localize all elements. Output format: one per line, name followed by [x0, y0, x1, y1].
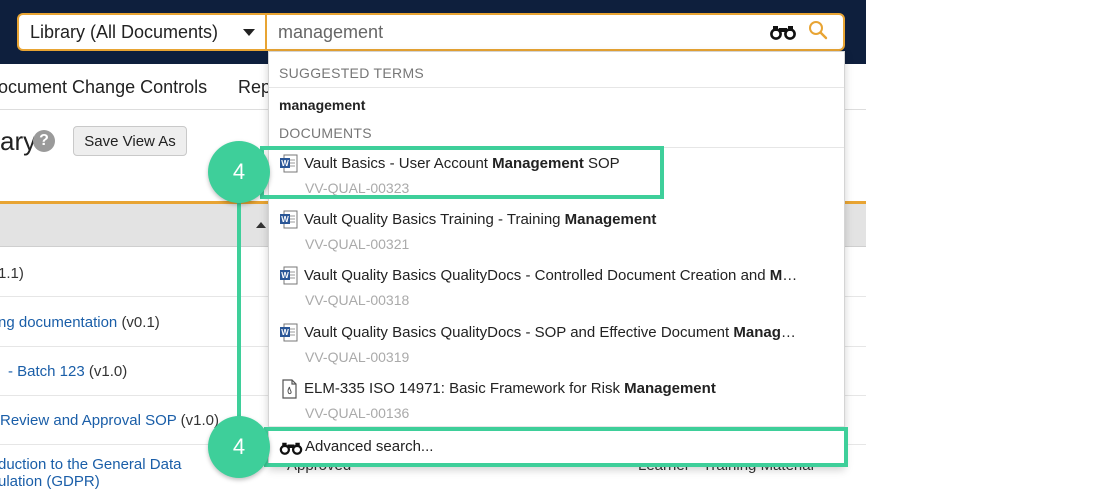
vault-library-screen: Library (All Documents) management ocume… [0, 0, 1100, 504]
doc-title-text: Vault Quality Basics QualityDocs - SOP a… [304, 324, 734, 341]
doc-title-text: ELM-335 ISO 14971: Basic Framework for R… [304, 380, 625, 397]
doc-title-text: Vault Quality Basics Training - Training [304, 211, 565, 228]
suggested-term[interactable]: management [279, 97, 365, 113]
doc-title-match: Management [769, 267, 804, 284]
callout-badge: 4 [208, 416, 270, 478]
doc-number: VV-QUAL-00319 [305, 349, 410, 365]
documents-header: DOCUMENTS [279, 125, 372, 141]
save-view-as-button[interactable]: Save View As [73, 126, 187, 156]
search-scope-select[interactable]: Library (All Documents) [17, 13, 267, 51]
row-content: ng documentation (v0.1) [0, 314, 160, 331]
search-icon[interactable] [808, 20, 828, 40]
doc-suggestion-title: Vault Quality Basics Training - Training… [304, 211, 804, 228]
svg-text:W: W [281, 328, 289, 337]
page-title: ary [0, 126, 37, 156]
doc-suggestion-item[interactable]: ELM-335 ISO 14971: Basic Framework for R… [269, 373, 844, 429]
doc-link-line2[interactable]: ulation (GDPR) [0, 473, 100, 490]
doc-link[interactable]: Review and Approval SOP [0, 412, 177, 429]
doc-suggestion-item[interactable]: W Vault Quality Basics QualityDocs - SOP… [269, 317, 844, 373]
tab-reports[interactable]: Rep [238, 77, 271, 98]
doc-suggestion-title: Vault Quality Basics QualityDocs - Contr… [304, 267, 804, 284]
word-doc-icon: W [280, 210, 298, 229]
doc-link[interactable]: ng documentation [0, 314, 117, 331]
doc-version: (v0.1) [121, 314, 160, 331]
tab-document-change-controls[interactable]: ocument Change Controls [0, 77, 207, 98]
search-suggestions-dropdown: SUGGESTED TERMS management DOCUMENTS W V… [268, 51, 845, 467]
word-doc-icon: W [280, 266, 298, 285]
doc-number: VV-QUAL-00321 [305, 236, 410, 252]
doc-number: VV-QUAL-00136 [305, 405, 410, 421]
sort-ascending-icon[interactable] [256, 222, 266, 228]
search-scope-value: Library (All Documents) [30, 21, 219, 42]
suggested-terms-header: SUGGESTED TERMS [279, 65, 425, 81]
word-doc-icon: W [280, 323, 298, 342]
doc-version: 1.1) [0, 265, 24, 282]
row-content: Review and Approval SOP (v1.0) [0, 412, 219, 429]
callout-connector [237, 200, 241, 446]
callout-highlight-advanced-search [264, 427, 848, 467]
doc-title-text: Vault Quality Basics QualityDocs - Contr… [304, 267, 770, 284]
doc-version: (v1.0) [180, 412, 220, 429]
doc-version: (v1.0) [88, 363, 128, 380]
file-doc-icon [282, 379, 297, 399]
svg-text:W: W [281, 271, 289, 280]
doc-suggestion-title: Vault Quality Basics QualityDocs - SOP a… [304, 324, 804, 341]
binoculars-icon[interactable] [770, 24, 796, 40]
help-icon[interactable]: ? [33, 130, 55, 152]
row-content: - Batch 123 (v1.0) [8, 363, 127, 380]
svg-text:W: W [281, 215, 289, 224]
search-input-value: management [278, 21, 384, 42]
caret-down-icon [243, 29, 255, 36]
search-input[interactable]: management [265, 13, 845, 51]
doc-title-match: Management [624, 380, 716, 397]
doc-title-match: Management [564, 211, 657, 228]
divider [269, 87, 844, 88]
doc-title-match: Management [733, 324, 804, 341]
doc-link[interactable]: - Batch 123 [8, 363, 85, 380]
doc-suggestion-item[interactable]: W Vault Quality Basics QualityDocs - Con… [269, 260, 844, 316]
callout-badge: 4 [208, 141, 270, 203]
callout-highlight-first-result [260, 146, 664, 199]
doc-number: VV-QUAL-00318 [305, 292, 410, 308]
doc-suggestion-title: ELM-335 ISO 14971: Basic Framework for R… [304, 380, 804, 397]
doc-link[interactable]: duction to the General Data [0, 456, 181, 473]
doc-suggestion-item[interactable]: W Vault Quality Basics Training - Traini… [269, 204, 844, 260]
